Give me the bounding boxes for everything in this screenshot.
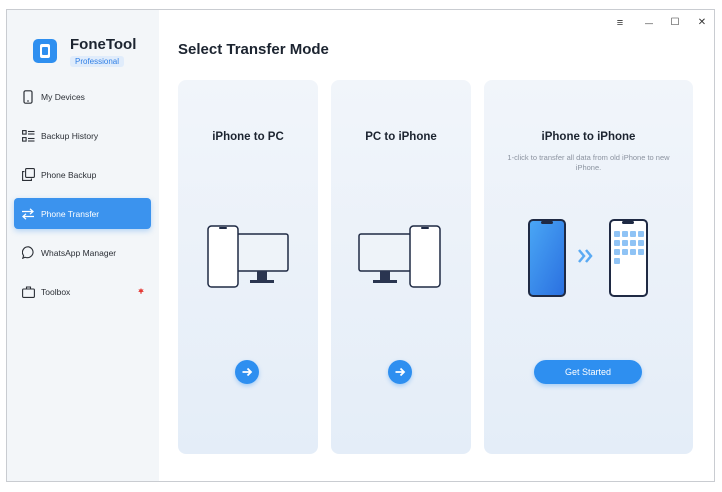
edition-badge: Professional <box>70 56 125 67</box>
sidebar-item-label: WhatsApp Manager <box>41 247 117 258</box>
arrow-right-icon <box>242 367 253 377</box>
maximize-button[interactable]: ☐ <box>668 17 682 28</box>
sidebar-item-label: Phone Transfer <box>41 208 100 219</box>
maple-leaf-icon <box>138 288 144 294</box>
get-started-button[interactable]: Get Started <box>534 360 642 384</box>
pc-to-iphone-illustration-icon <box>358 225 441 288</box>
sidebar-item-label: Toolbox <box>41 286 71 297</box>
card-title: PC to iPhone <box>365 131 437 143</box>
close-button[interactable]: ✕ <box>695 17 709 28</box>
briefcase-icon <box>21 285 35 299</box>
sidebar-item-label: Phone Backup <box>41 169 97 180</box>
iphone-to-iphone-illustration-icon <box>528 219 648 297</box>
sidebar-item-backup-history[interactable]: Backup History <box>14 120 151 151</box>
sidebar: FoneTool Professional My Devices Backup … <box>7 10 159 481</box>
menu-button[interactable]: ≡ <box>613 17 627 29</box>
app-window: FoneTool Professional My Devices Backup … <box>6 9 715 482</box>
iphone-to-pc-go-button[interactable] <box>235 360 259 384</box>
card-description: 1-click to transfer all data from old iP… <box>507 153 670 172</box>
app-name: FoneTool <box>70 36 137 53</box>
chat-bubble-icon <box>21 246 35 260</box>
sidebar-item-toolbox[interactable]: Toolbox <box>14 276 151 307</box>
copy-icon <box>21 168 35 182</box>
sidebar-item-whatsapp-manager[interactable]: WhatsApp Manager <box>14 237 151 268</box>
card-pc-to-iphone[interactable]: PC to iPhone <box>331 80 471 454</box>
phone-icon <box>21 89 35 104</box>
card-iphone-to-iphone[interactable]: iPhone to iPhone 1-click to transfer all… <box>484 80 693 454</box>
page-title: Select Transfer Mode <box>178 41 329 58</box>
minimize-button[interactable]: — <box>642 19 656 28</box>
sidebar-item-phone-transfer[interactable]: Phone Transfer <box>14 198 151 229</box>
transfer-arrows-icon <box>21 207 35 221</box>
iphone-to-pc-illustration-icon <box>207 225 289 288</box>
card-iphone-to-pc[interactable]: iPhone to PC <box>178 80 318 454</box>
sidebar-item-phone-backup[interactable]: Phone Backup <box>14 159 151 190</box>
list-icon <box>21 129 35 143</box>
fonetool-logo-icon <box>33 39 57 63</box>
sidebar-item-my-devices[interactable]: My Devices <box>14 81 151 112</box>
sidebar-item-label: My Devices <box>41 91 85 102</box>
sidebar-item-label: Backup History <box>41 130 99 141</box>
card-title: iPhone to PC <box>212 131 284 143</box>
pc-to-iphone-go-button[interactable] <box>388 360 412 384</box>
card-title: iPhone to iPhone <box>541 131 636 143</box>
arrow-right-icon <box>395 367 406 377</box>
